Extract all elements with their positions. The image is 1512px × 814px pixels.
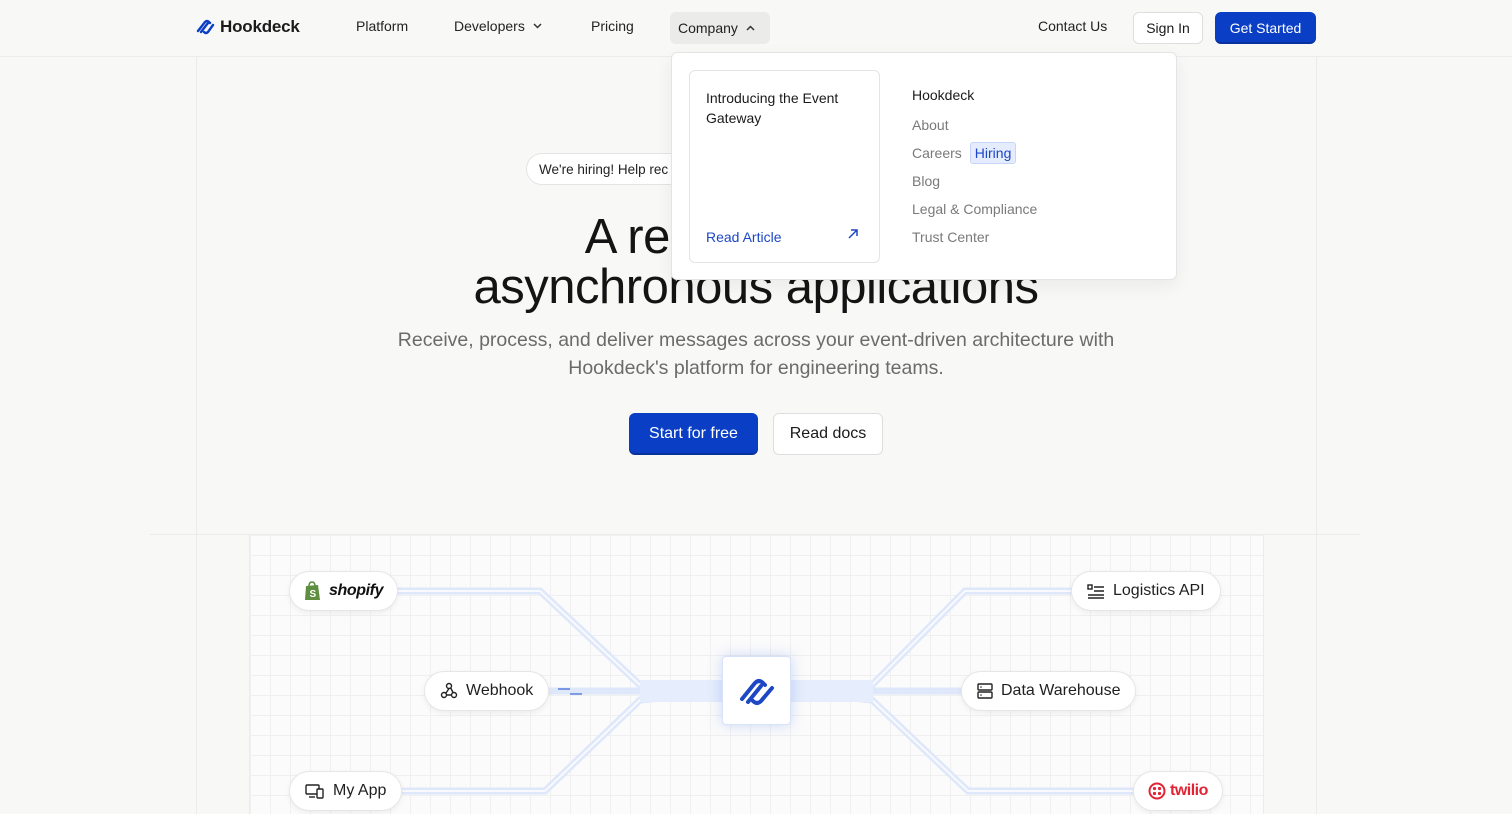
destination-logistics-api[interactable]: Logistics API [1071, 571, 1221, 611]
nav-pricing-label: Pricing [591, 18, 634, 34]
destination-twilio[interactable]: twilio [1133, 771, 1223, 811]
menu-item-careers[interactable]: Careers Hiring [912, 142, 1037, 164]
hiring-badge: Hiring [969, 142, 1017, 164]
nav-company[interactable]: Company [670, 12, 770, 44]
source-shopify[interactable]: S shopify [289, 571, 399, 611]
logo-text: Hookdeck [220, 17, 300, 36]
source-shopify-label: shopify [329, 582, 384, 599]
menu-item-about[interactable]: About [912, 115, 1037, 135]
destination-twilio-label: twilio [1170, 782, 1208, 799]
menu-item-legal[interactable]: Legal & Compliance [912, 199, 1037, 219]
nav-contact[interactable]: Contact Us [1038, 18, 1107, 34]
top-nav: Hookdeck Platform Developers Pricing Com… [0, 0, 1512, 57]
shopify-bag-icon: S [305, 581, 320, 600]
read-docs-button[interactable]: Read docs [773, 413, 883, 455]
read-article-link[interactable]: Read Article [706, 229, 781, 245]
source-my-app[interactable]: My App [289, 771, 403, 811]
nav-developers[interactable]: Developers [454, 18, 542, 34]
company-menu-list: Hookdeck About Careers Hiring Blog Legal… [912, 87, 1037, 247]
start-free-button[interactable]: Start for free [629, 413, 758, 455]
menu-item-blog-label: Blog [912, 173, 941, 189]
nav-platform-label: Platform [356, 18, 409, 34]
database-server-icon [977, 683, 993, 699]
logistics-list-icon [1087, 584, 1104, 599]
chevron-down-icon [533, 23, 542, 29]
source-webhook[interactable]: Webhook [424, 671, 550, 711]
destination-data-warehouse-label: Data Warehouse [1001, 682, 1121, 699]
hero-subtitle: Receive, process, and deliver messages a… [397, 329, 1115, 379]
menu-item-trust-center-label: Trust Center [912, 229, 990, 245]
menu-item-careers-label: Careers [912, 145, 962, 161]
menu-item-trust-center[interactable]: Trust Center [912, 227, 1037, 247]
frame-line-left [196, 57, 197, 814]
source-webhook-label: Webhook [466, 682, 534, 699]
nav-contact-label: Contact Us [1038, 18, 1108, 34]
nav-pricing[interactable]: Pricing [591, 18, 634, 34]
webhook-icon [440, 682, 458, 699]
logo[interactable]: Hookdeck [195, 17, 300, 37]
twilio-logo-icon [1148, 782, 1166, 800]
hookdeck-hub-icon [739, 678, 774, 705]
frame-line-right [1316, 57, 1317, 814]
featured-article-card[interactable]: Introducing the Event Gateway Read Artic… [689, 70, 880, 263]
hookdeck-logo-icon [196, 19, 215, 35]
svg-text:S: S [310, 589, 317, 600]
nav-developers-label: Developers [454, 18, 525, 34]
menu-item-about-label: About [912, 117, 949, 133]
company-dropdown-menu: Introducing the Event Gateway Read Artic… [671, 52, 1177, 280]
nav-platform[interactable]: Platform [356, 18, 408, 34]
source-my-app-label: My App [333, 782, 387, 799]
menu-item-legal-label: Legal & Compliance [912, 201, 1038, 217]
app-devices-icon [305, 784, 324, 799]
sign-in-button[interactable]: Sign In [1133, 12, 1203, 44]
nav-company-label: Company [678, 20, 738, 36]
menu-section-title: Hookdeck [912, 87, 975, 103]
arrow-up-right-icon [848, 229, 858, 239]
hookdeck-hub [722, 656, 791, 725]
destination-data-warehouse[interactable]: Data Warehouse [961, 671, 1137, 711]
chevron-up-icon [746, 25, 755, 31]
destination-logistics-label: Logistics API [1113, 582, 1205, 599]
menu-item-blog[interactable]: Blog [912, 171, 1037, 191]
featured-article-title: Introducing the Event Gateway [706, 90, 839, 126]
get-started-button[interactable]: Get Started [1215, 12, 1316, 44]
